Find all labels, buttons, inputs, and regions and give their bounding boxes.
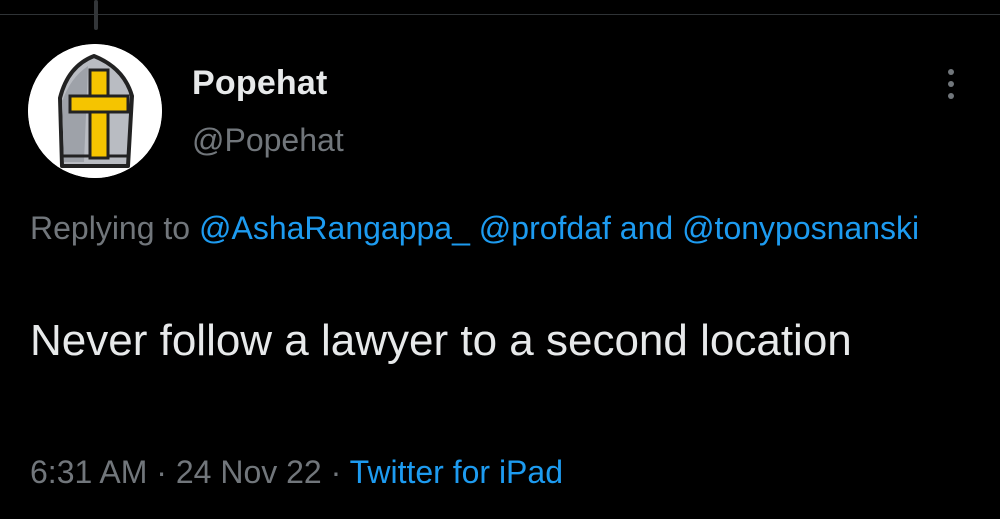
- mention-link[interactable]: @AshaRangappa_: [199, 210, 470, 246]
- tweet-metadata: 6:31 AM · 24 Nov 22 · Twitter for iPad: [30, 454, 563, 491]
- tweet-text: Never follow a lawyer to a second locati…: [30, 316, 852, 365]
- tweet-source-link[interactable]: Twitter for iPad: [350, 454, 563, 490]
- tweet-time[interactable]: 6:31 AM: [30, 454, 147, 490]
- mention-link[interactable]: @tonyposnanski: [682, 210, 919, 246]
- meta-separator: ·: [156, 454, 167, 490]
- more-vertical-icon-dot: [948, 81, 954, 87]
- thread-connector-line: [94, 0, 98, 30]
- more-vertical-icon-dot: [948, 69, 954, 75]
- mention-connector: and: [619, 210, 674, 246]
- mention-link[interactable]: @profdaf: [479, 210, 611, 246]
- replying-prefix: Replying to: [30, 210, 191, 246]
- meta-separator: ·: [330, 454, 342, 490]
- top-divider: [0, 14, 1000, 15]
- papal-mitre-icon: [28, 44, 162, 178]
- more-vertical-icon-dot: [948, 93, 954, 99]
- avatar[interactable]: [28, 44, 162, 178]
- tweet-date[interactable]: 24 Nov 22: [176, 454, 322, 490]
- user-handle[interactable]: @Popehat: [192, 122, 344, 159]
- display-name[interactable]: Popehat: [192, 64, 328, 103]
- replying-to-line: Replying to @AshaRangappa_ @profdaf and …: [30, 202, 930, 254]
- more-options-button[interactable]: [934, 64, 968, 104]
